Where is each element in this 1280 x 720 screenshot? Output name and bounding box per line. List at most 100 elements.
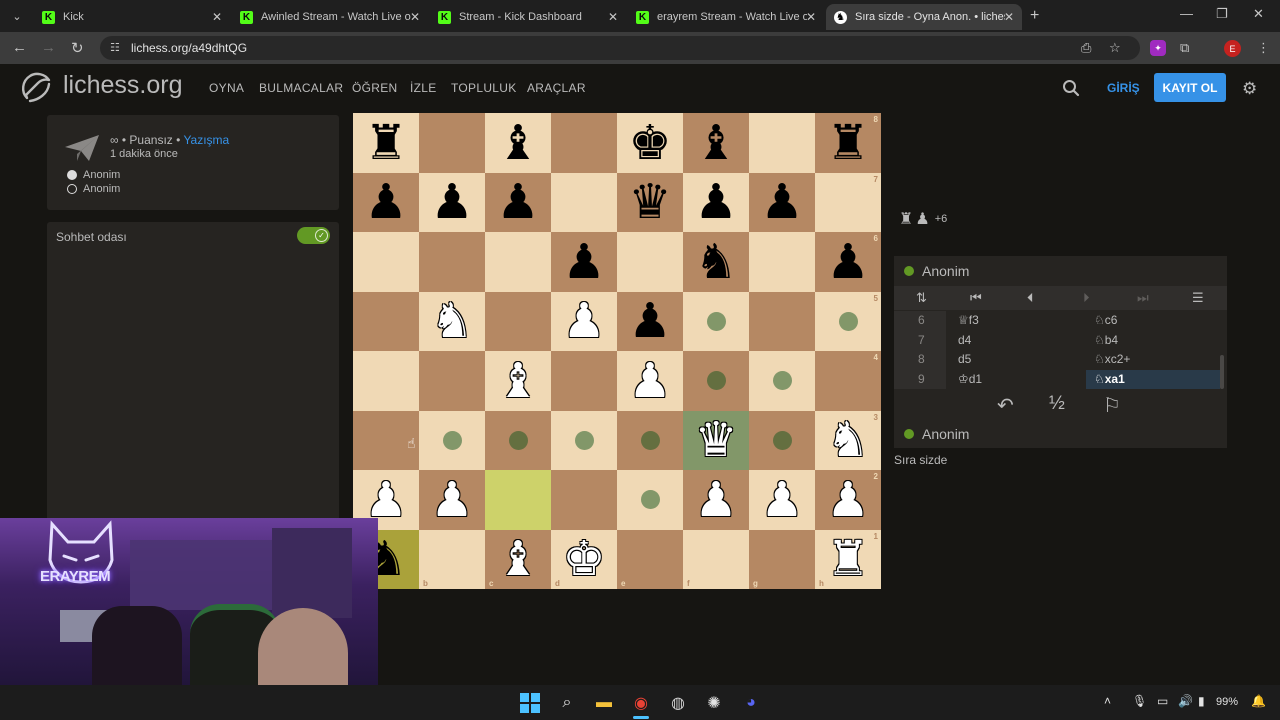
square-g5[interactable] bbox=[749, 291, 815, 351]
black-pawn-icon[interactable]: ♟ bbox=[760, 178, 803, 226]
square-a8[interactable]: ♜ bbox=[353, 113, 419, 173]
black-pawn-icon[interactable]: ♟ bbox=[364, 178, 407, 226]
square-d3[interactable] bbox=[551, 410, 617, 470]
square-f2[interactable]: ♟ bbox=[683, 470, 749, 530]
square-e8[interactable]: ♚ bbox=[617, 113, 683, 173]
nav-tools[interactable]: ARAÇLAR bbox=[527, 81, 586, 95]
windows-start-icon[interactable] bbox=[519, 692, 541, 714]
login-link[interactable]: GİRİŞ bbox=[1107, 81, 1140, 95]
prev-move-icon[interactable]: ⏴ bbox=[1027, 290, 1034, 306]
square-c4[interactable]: ♝ bbox=[485, 351, 551, 411]
restore-icon[interactable]: ❐ bbox=[1216, 6, 1228, 22]
square-b6[interactable] bbox=[419, 232, 485, 292]
white-pawn-icon[interactable]: ♟ bbox=[694, 476, 737, 524]
square-f5[interactable] bbox=[683, 291, 749, 351]
move-destination-dot[interactable] bbox=[772, 430, 792, 450]
white-move[interactable]: ♔d1 bbox=[950, 370, 1084, 390]
black-pawn-icon[interactable]: ♟ bbox=[430, 178, 473, 226]
chatgpt-icon[interactable]: ✺ bbox=[703, 692, 725, 714]
black-queen-icon[interactable]: ♛ bbox=[628, 178, 671, 226]
next-move-icon[interactable]: ⏵ bbox=[1083, 290, 1090, 306]
move-destination-dot[interactable] bbox=[706, 311, 726, 331]
black-bishop-icon[interactable]: ♝ bbox=[496, 119, 539, 167]
install-app-icon[interactable]: ⎙ bbox=[1081, 40, 1091, 56]
square-b7[interactable]: ♟ bbox=[419, 172, 485, 232]
white-pawn-icon[interactable]: ♟ bbox=[760, 476, 803, 524]
microphone-icon[interactable]: 🎙 bbox=[1132, 694, 1147, 708]
square-c5[interactable] bbox=[485, 291, 551, 351]
square-b1[interactable]: b bbox=[419, 529, 485, 589]
tab-close-icon[interactable]: ✕ bbox=[1004, 10, 1014, 24]
takeback-icon[interactable]: ↶ bbox=[997, 393, 1014, 418]
network-icon[interactable]: ▭ bbox=[1157, 694, 1168, 708]
tab-close-icon[interactable]: ✕ bbox=[410, 10, 420, 24]
square-f7[interactable]: ♟ bbox=[683, 172, 749, 232]
black-pawn-icon[interactable]: ♟ bbox=[496, 178, 539, 226]
chat-toggle[interactable]: ✓ bbox=[297, 227, 330, 244]
square-e6[interactable] bbox=[617, 232, 683, 292]
square-f8[interactable]: ♝ bbox=[683, 113, 749, 173]
nav-puzzles[interactable]: BULMACALAR bbox=[259, 81, 343, 95]
signup-button[interactable]: KAYIT OL bbox=[1154, 73, 1226, 102]
chrome-icon[interactable]: ◉ bbox=[630, 692, 652, 714]
tray-chevron-icon[interactable]: ˄ bbox=[1104, 694, 1111, 708]
move-destination-dot[interactable] bbox=[706, 371, 726, 391]
square-f4[interactable] bbox=[683, 351, 749, 411]
move-list-scrollbar[interactable] bbox=[1220, 355, 1224, 389]
volume-icon[interactable]: 🔊 bbox=[1178, 694, 1193, 708]
top-player[interactable]: Anonim bbox=[904, 263, 969, 279]
square-f1[interactable]: f bbox=[683, 529, 749, 589]
square-e7[interactable]: ♛ bbox=[617, 172, 683, 232]
square-e2[interactable] bbox=[617, 470, 683, 530]
square-g8[interactable] bbox=[749, 113, 815, 173]
square-b3[interactable] bbox=[419, 410, 485, 470]
square-e4[interactable]: ♟ bbox=[617, 351, 683, 411]
extensions-puzzle-icon[interactable]: ⧉ bbox=[1180, 40, 1189, 56]
square-g2[interactable]: ♟ bbox=[749, 470, 815, 530]
move-destination-dot[interactable] bbox=[574, 430, 594, 450]
profile-avatar[interactable]: E bbox=[1224, 40, 1241, 57]
square-a6[interactable] bbox=[353, 232, 419, 292]
browser-tab[interactable]: K Awinled Stream - Watch Live on ✕ bbox=[232, 4, 428, 30]
move-destination-dot[interactable] bbox=[442, 430, 462, 450]
square-h2[interactable]: ♟ 2 bbox=[815, 470, 881, 530]
reload-icon[interactable]: ↻ bbox=[71, 39, 84, 57]
browser-tab-active[interactable]: ♞ Sıra sizde - Oyna Anon. • liches ✕ bbox=[826, 4, 1022, 30]
square-b4[interactable] bbox=[419, 351, 485, 411]
square-h7[interactable]: 7 bbox=[815, 172, 881, 232]
offer-draw-button[interactable]: ½ bbox=[1049, 393, 1065, 415]
square-d5[interactable]: ♟ bbox=[551, 291, 617, 351]
gear-icon[interactable]: ⚙ bbox=[1242, 79, 1257, 99]
square-e1[interactable]: e bbox=[617, 529, 683, 589]
square-h4[interactable]: 4 bbox=[815, 351, 881, 411]
square-c8[interactable]: ♝ bbox=[485, 113, 551, 173]
move-destination-dot[interactable] bbox=[838, 311, 858, 331]
white-pawn-icon[interactable]: ♟ bbox=[430, 476, 473, 524]
new-tab-icon[interactable]: + bbox=[1030, 7, 1039, 25]
white-knight-icon[interactable]: ♞ bbox=[430, 297, 473, 345]
black-knight-icon[interactable]: ♞ bbox=[694, 238, 737, 286]
nav-play[interactable]: OYNA bbox=[209, 81, 244, 95]
move-destination-dot[interactable] bbox=[640, 490, 660, 510]
black-pawn-icon[interactable]: ♟ bbox=[694, 178, 737, 226]
discord-icon[interactable]: ◕ bbox=[740, 692, 762, 714]
square-b2[interactable]: ♟ bbox=[419, 470, 485, 530]
square-f3[interactable]: ♛ bbox=[683, 410, 749, 470]
square-b8[interactable] bbox=[419, 113, 485, 173]
obs-icon[interactable]: ◍ bbox=[667, 692, 689, 714]
white-rook-icon[interactable]: ♜ bbox=[826, 535, 869, 583]
square-g4[interactable] bbox=[749, 351, 815, 411]
black-pawn-icon[interactable]: ♟ bbox=[628, 297, 671, 345]
browser-menu-icon[interactable]: ⋮ bbox=[1257, 40, 1270, 56]
square-a7[interactable]: ♟ bbox=[353, 172, 419, 232]
site-logo-text[interactable]: lichess.org bbox=[63, 71, 183, 100]
nav-watch[interactable]: İZLE bbox=[410, 81, 437, 95]
white-king-icon[interactable]: ♚ bbox=[562, 535, 605, 583]
black-move[interactable]: ♘b4 bbox=[1086, 331, 1220, 351]
white-move[interactable]: ♕f3 bbox=[950, 311, 1084, 331]
black-move[interactable]: ♘xc2+ bbox=[1086, 350, 1220, 370]
minimize-icon[interactable]: — bbox=[1180, 6, 1193, 21]
nav-learn[interactable]: ÖĞREN bbox=[352, 81, 398, 95]
tab-close-icon[interactable]: ✕ bbox=[212, 10, 222, 24]
forward-icon[interactable]: → bbox=[41, 39, 56, 56]
